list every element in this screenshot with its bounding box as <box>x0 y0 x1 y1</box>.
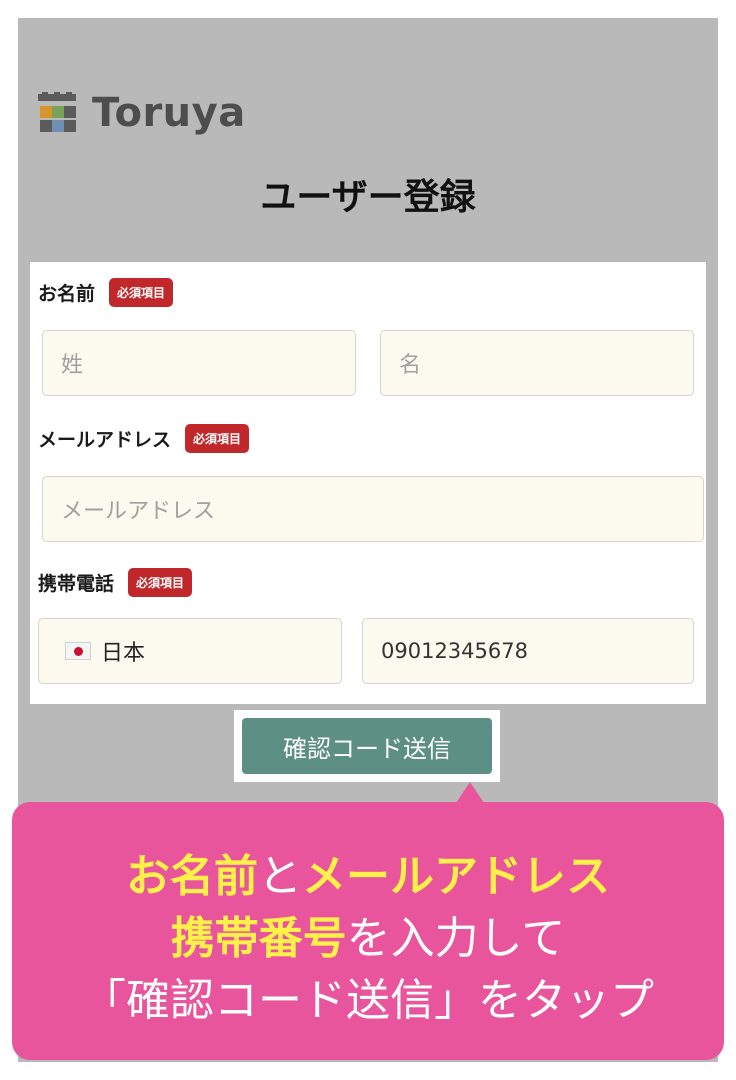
required-badge: 必須項目 <box>109 278 174 307</box>
required-badge: 必須項目 <box>185 424 250 453</box>
callout-line-3: 「確認コード送信」をタップ <box>82 975 654 1026</box>
page-title: ユーザー登録 <box>260 177 476 218</box>
email-field-label: メールアドレス 必須項目 <box>38 424 250 453</box>
callout-line-2: 携帯番号を入力して <box>12 912 724 966</box>
name-field-label: お名前 必須項目 <box>38 278 174 307</box>
phone-field-label: 携帯電話 必須項目 <box>38 568 193 597</box>
first-name-input[interactable]: 名 <box>380 330 694 396</box>
email-input[interactable]: メールアドレス <box>42 476 704 542</box>
last-name-input[interactable]: 姓 <box>42 330 356 396</box>
callout-highlight: 携帯番号 <box>170 913 347 964</box>
instruction-callout: お名前とメールアドレス 携帯番号を入力して 「確認コード送信」をタップ <box>12 802 724 1060</box>
calendar-grid-icon <box>36 92 78 134</box>
country-value: 日本 <box>101 641 146 666</box>
brand-name: Toruya <box>92 90 246 136</box>
name-label-text: お名前 <box>38 283 96 305</box>
country-select[interactable]: 日本 <box>38 618 342 684</box>
send-confirmation-code-button[interactable]: 確認コード送信 <box>242 718 492 774</box>
callout-text: を入力して <box>346 913 566 964</box>
callout-highlight: メールアドレス <box>302 851 610 902</box>
registration-form: お名前 必須項目 姓 名 メールアドレス 必須項目 メールアドレス 携帯電話 必… <box>30 262 706 704</box>
email-label-text: メールアドレス <box>38 429 172 451</box>
phone-label-text: 携帯電話 <box>38 573 115 595</box>
japan-flag-icon <box>65 642 91 660</box>
send-button-highlight: 確認コード送信 <box>234 710 500 782</box>
brand: Toruya <box>36 88 246 138</box>
callout-line-1: お名前とメールアドレス <box>12 850 724 904</box>
callout-text: と <box>258 851 302 902</box>
callout-highlight: お名前 <box>126 851 258 902</box>
required-badge: 必須項目 <box>128 568 193 597</box>
phone-input[interactable]: 09012345678 <box>362 618 694 684</box>
